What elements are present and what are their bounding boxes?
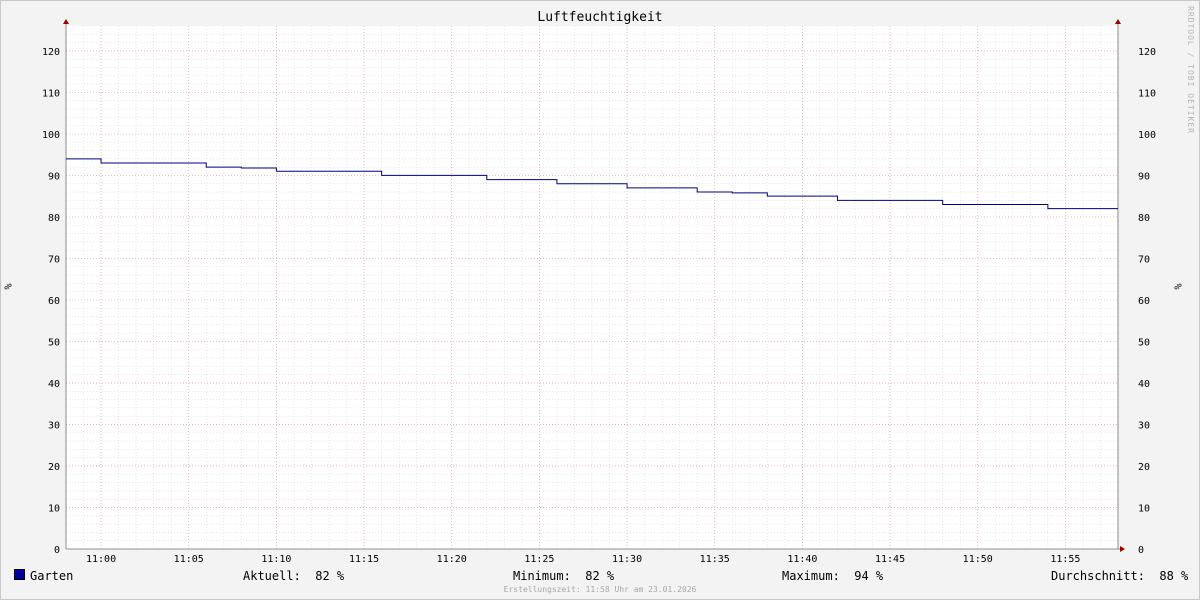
legend-average: Durchschnitt: 88 % [1051,569,1189,583]
y-tick-label-right: 0 [1138,545,1144,556]
x-tick-label: 11:35 [700,554,730,565]
y-tick-label-right: 80 [1138,213,1150,224]
y-tick-label-left: 70 [48,254,60,265]
legend-current: Aktuell: 82 % [243,569,345,583]
y-tick-label-right: 20 [1138,462,1150,473]
y-tick-label-right: 10 [1138,503,1150,514]
x-tick-label: 11:30 [612,554,642,565]
y-tick-label-right: 40 [1138,379,1150,390]
y-tick-label-right: 110 [1138,88,1156,99]
y-tick-label-left: 40 [48,379,60,390]
y-tick-label-left: 20 [48,462,60,473]
y-tick-label-left: 50 [48,337,60,348]
y-tick-label-left: 100 [42,130,60,141]
series-color-swatch [14,569,25,580]
y-tick-label-right: 30 [1138,420,1150,431]
x-tick-label: 11:10 [261,554,291,565]
y-tick-label-right: 60 [1138,296,1150,307]
legend-minimum: Minimum: 82 % [513,569,615,583]
y-tick-label-left: 60 [48,296,60,307]
legend-series-name: Garten [30,569,74,583]
x-tick-label: 11:05 [174,554,204,565]
y-tick-label-right: 50 [1138,337,1150,348]
y-tick-label-left: 10 [48,503,60,514]
x-tick-label: 11:15 [349,554,379,565]
y-tick-label-right: 120 [1138,47,1156,58]
y-tick-label-left: 90 [48,171,60,182]
creation-time-footer: Erstellungszeit: 11:58 Uhr am 23.01.2026 [503,585,697,594]
chart-svg: 0 0 10 10 20 20 30 30 40 40 50 50 60 60 70 70 80 80 90 90 10… [42,19,1156,565]
y-axis-arrow-right [1115,19,1121,24]
y-tick-label-right: 100 [1138,130,1156,141]
x-tick-label: 11:20 [437,554,467,565]
y-tick-label-left: 0 [54,545,60,556]
x-tick-label: 11:50 [963,554,993,565]
y-tick-label-left: 30 [48,420,60,431]
y-axis-arrow-left [63,19,69,24]
y-tick-label-right: 70 [1138,254,1150,265]
y-tick-label-left: 120 [42,47,60,58]
x-tick-label: 11:00 [86,554,116,565]
y-tick-label-right: 90 [1138,171,1150,182]
x-tick-label: 11:45 [875,554,905,565]
x-tick-label: 11:55 [1050,554,1080,565]
y-tick-label-left: 80 [48,213,60,224]
y-tick-label-left: 110 [42,88,60,99]
x-axis-arrow [1120,546,1125,552]
legend-maximum: Maximum: 94 % [782,569,884,583]
x-tick-label: 11:25 [524,554,554,565]
x-tick-label: 11:40 [787,554,817,565]
